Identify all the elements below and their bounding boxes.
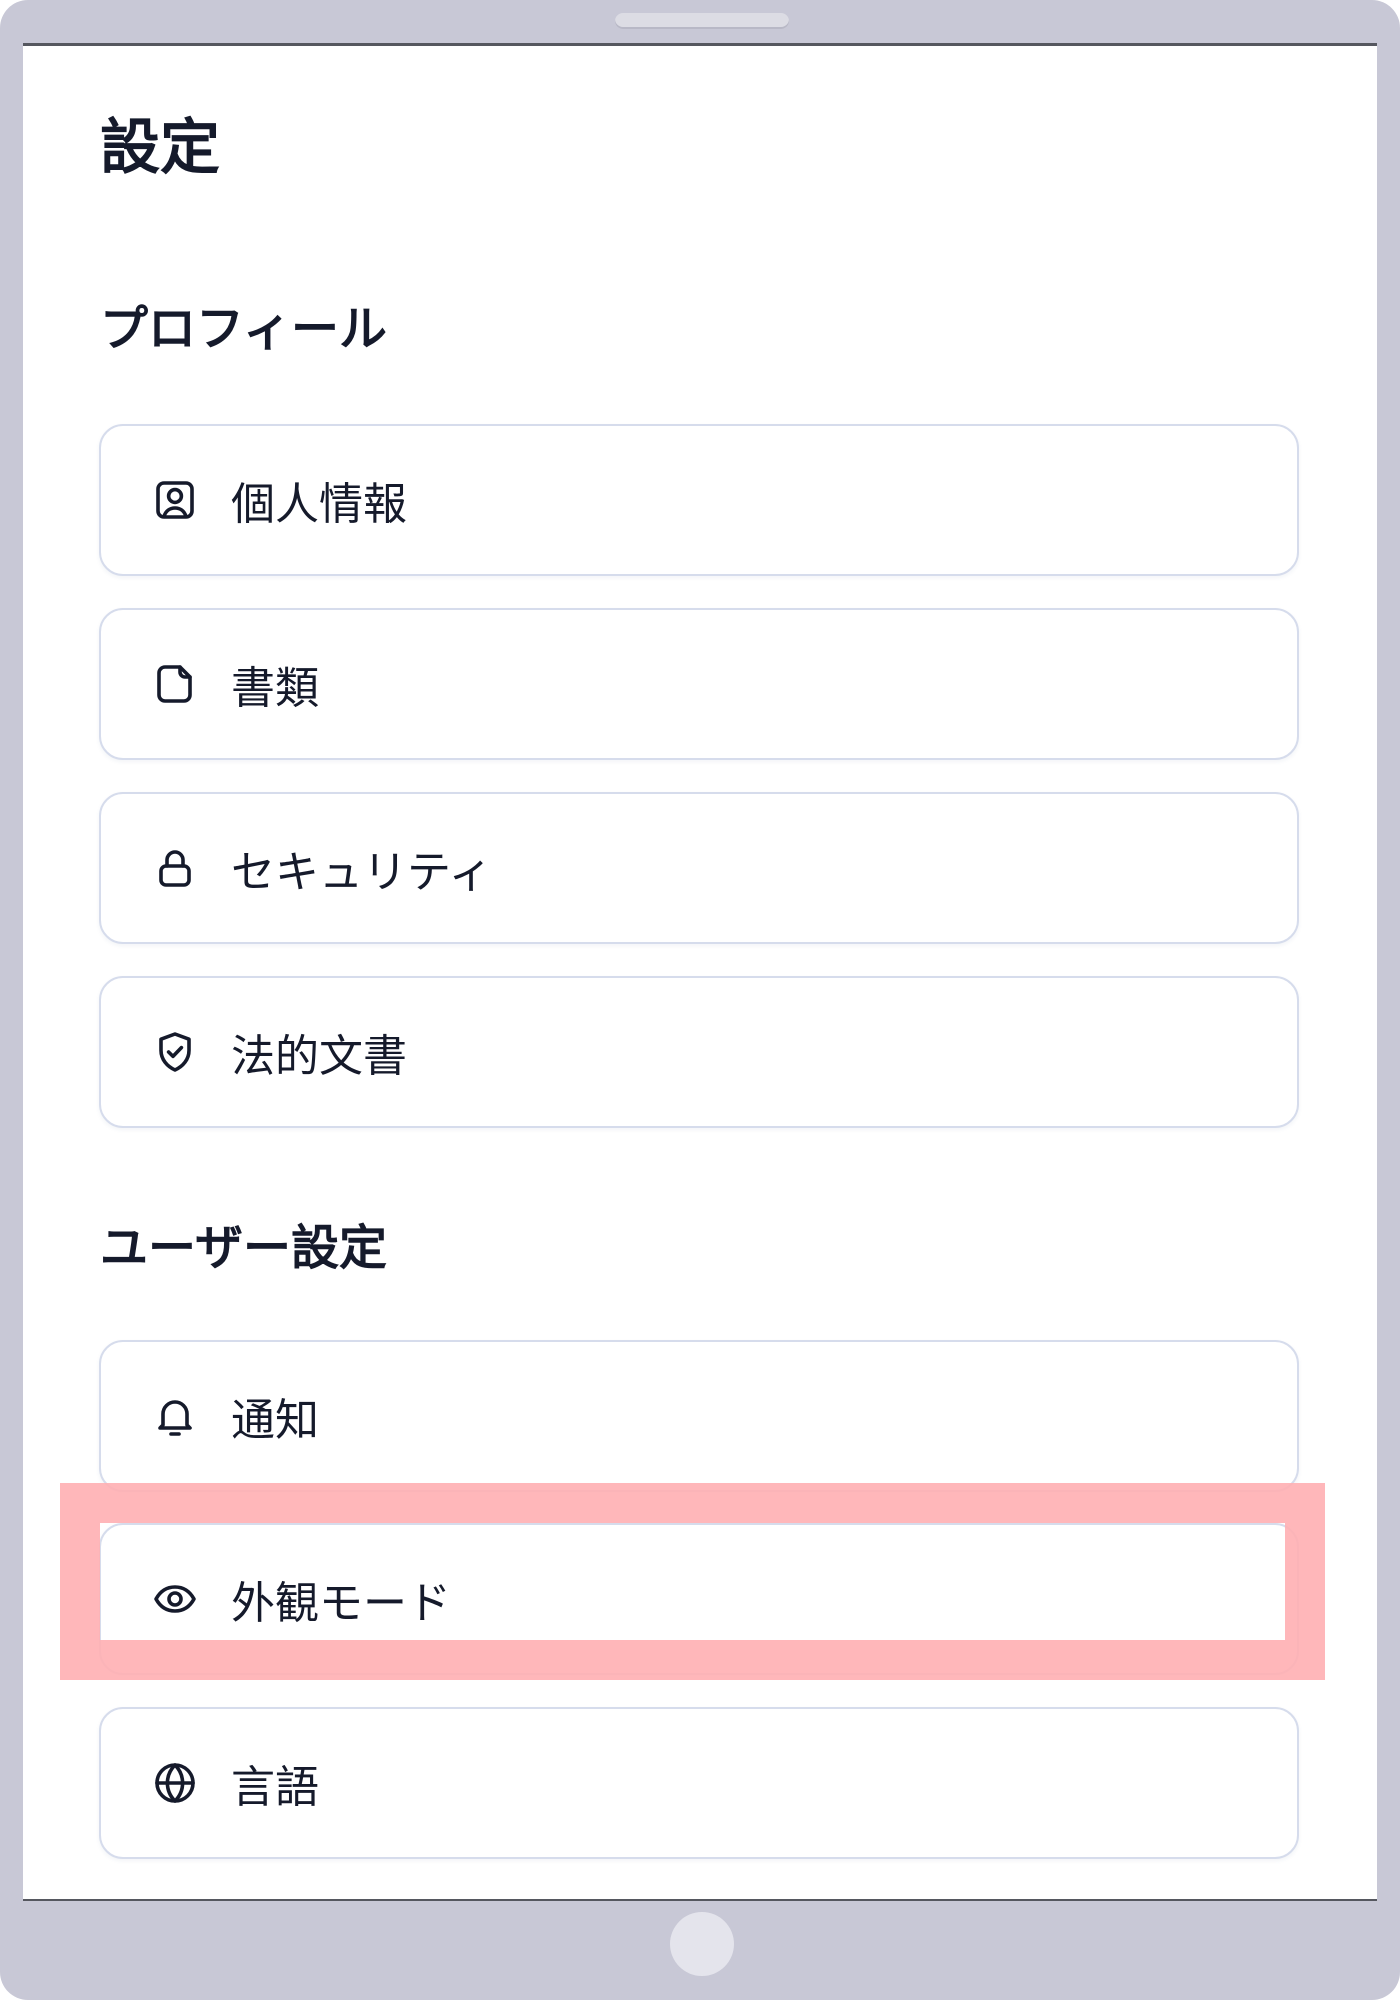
lock-icon xyxy=(151,844,199,892)
screen: 設定 プロフィール 個人情報 書類 セキュリティ 法的文書 ユーザー設定 通知 … xyxy=(23,43,1377,1901)
home-button[interactable] xyxy=(670,1912,734,1976)
settings-item-label: 言語 xyxy=(231,1762,319,1813)
settings-item-label: 書類 xyxy=(231,663,319,714)
settings-item-language[interactable]: 言語 xyxy=(99,1707,1299,1859)
eye-icon xyxy=(151,1575,199,1623)
page-title: 設定 xyxy=(100,113,220,183)
settings-item-label: セキュリティ xyxy=(231,847,493,898)
settings-item-legal-documents[interactable]: 法的文書 xyxy=(99,976,1299,1128)
document-icon xyxy=(151,660,199,708)
shield-check-icon xyxy=(151,1028,199,1076)
settings-item-label: 個人情報 xyxy=(231,479,407,530)
settings-item-label: 外観モード xyxy=(231,1578,451,1629)
settings-item-security[interactable]: セキュリティ xyxy=(99,792,1299,944)
globe-icon xyxy=(151,1759,199,1807)
user-square-icon xyxy=(151,476,199,524)
settings-item-label: 法的文書 xyxy=(231,1031,407,1082)
speaker-grille xyxy=(615,13,789,29)
settings-item-appearance-mode[interactable]: 外観モード xyxy=(99,1523,1299,1675)
settings-item-personal-info[interactable]: 個人情報 xyxy=(99,424,1299,576)
section-title-profile: プロフィール xyxy=(100,301,388,357)
settings-item-label: 通知 xyxy=(231,1395,319,1446)
settings-item-notifications[interactable]: 通知 xyxy=(99,1340,1299,1492)
bell-icon xyxy=(151,1392,199,1440)
settings-item-documents[interactable]: 書類 xyxy=(99,608,1299,760)
section-title-user-settings: ユーザー設定 xyxy=(100,1220,388,1276)
tablet-frame: 設定 プロフィール 個人情報 書類 セキュリティ 法的文書 ユーザー設定 通知 … xyxy=(0,0,1400,2000)
